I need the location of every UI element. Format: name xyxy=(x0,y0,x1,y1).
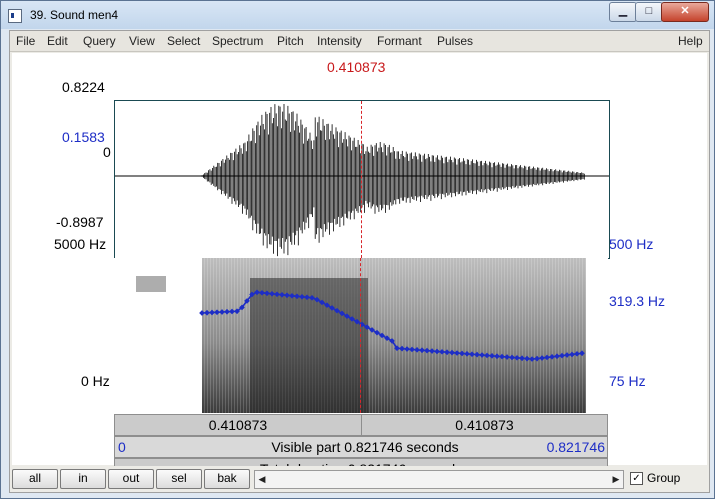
menu-pulses[interactable]: Pulses xyxy=(437,34,473,48)
zoom-back-button[interactable]: bak xyxy=(204,469,250,489)
scroll-right-arrow-icon[interactable]: ▶ xyxy=(609,471,623,488)
menu-bar: File Edit Query View Select Spectrum Pit… xyxy=(10,31,709,52)
menu-file[interactable]: File xyxy=(16,34,35,48)
spectrogram-min-label: 0 Hz xyxy=(81,373,110,389)
waveform-min-label: -0.8987 xyxy=(56,214,104,230)
spectrogram-view[interactable] xyxy=(114,258,608,413)
pitch-cursor-label: 319.3 Hz xyxy=(609,293,666,309)
waveform-cursor-line xyxy=(361,101,362,258)
menu-spectrum[interactable]: Spectrum xyxy=(212,34,263,48)
pitch-max-label: 500 Hz xyxy=(609,236,654,252)
spectrogram-blob xyxy=(136,276,166,292)
editor-client-area: File Edit Query View Select Spectrum Pit… xyxy=(9,30,710,493)
minimize-button[interactable]: ▁ xyxy=(609,2,637,22)
waveform-cursor-value: 0.1583 xyxy=(62,129,105,145)
menu-query[interactable]: Query xyxy=(83,34,116,48)
menu-help[interactable]: Help xyxy=(678,34,703,48)
sound-editor-window: 39. Sound men4 ▁ □ ✕ File Edit Query Vie… xyxy=(0,0,715,499)
zoom-all-button[interactable]: all xyxy=(12,469,58,489)
zoom-in-button[interactable]: in xyxy=(60,469,106,489)
group-checkbox[interactable]: ✓ xyxy=(630,472,643,485)
zoom-sel-button[interactable]: sel xyxy=(156,469,202,489)
menu-edit[interactable]: Edit xyxy=(47,34,68,48)
left-part-duration[interactable]: 0.410873 xyxy=(115,415,362,435)
zoom-out-button[interactable]: out xyxy=(108,469,154,489)
menu-intensity[interactable]: Intensity xyxy=(317,34,362,48)
spectrogram-plot xyxy=(136,258,586,413)
menu-select[interactable]: Select xyxy=(167,34,200,48)
right-part-duration[interactable]: 0.410873 xyxy=(362,415,607,435)
cursor-time-label: 0.410873 xyxy=(327,59,386,75)
bottom-toolbar: all in out sel bak ◀ ▶ ✓ Group xyxy=(10,466,709,492)
maximize-button[interactable]: □ xyxy=(635,2,663,22)
title-bar[interactable]: 39. Sound men4 ▁ □ ✕ xyxy=(1,1,714,29)
menu-formant[interactable]: Formant xyxy=(377,34,422,48)
praat-app-icon[interactable] xyxy=(8,9,22,23)
spectrogram-cursor-line xyxy=(360,258,361,413)
selection-bar[interactable]: 0.410873 0.410873 xyxy=(114,414,608,436)
window-title: 39. Sound men4 xyxy=(30,8,119,22)
close-button[interactable]: ✕ xyxy=(661,2,709,22)
group-label: Group xyxy=(647,471,681,485)
visible-end-time: 0.821746 xyxy=(546,439,605,455)
menu-pitch[interactable]: Pitch xyxy=(277,34,304,48)
waveform-trace xyxy=(201,104,585,257)
pitch-min-label: 75 Hz xyxy=(609,373,646,389)
waveform-plot xyxy=(115,104,609,257)
waveform-view[interactable] xyxy=(114,100,610,259)
menu-view[interactable]: View xyxy=(129,34,155,48)
visible-part-label: Visible part 0.821746 seconds xyxy=(271,439,459,455)
visible-part-bar[interactable]: 0 Visible part 0.821746 seconds 0.821746 xyxy=(114,436,608,458)
waveform-zero-label: 0 xyxy=(103,144,111,160)
sound-view-panel: 0.410873 0.8224 0.1583 0 -0.8987 5000 Hz… xyxy=(12,53,707,480)
spectrogram-max-label: 5000 Hz xyxy=(54,236,107,252)
scroll-left-arrow-icon[interactable]: ◀ xyxy=(255,471,269,488)
visible-start-time: 0 xyxy=(118,439,126,455)
time-scrollbar[interactable]: ◀ ▶ xyxy=(254,470,624,489)
waveform-max-label: 0.8224 xyxy=(62,79,105,95)
